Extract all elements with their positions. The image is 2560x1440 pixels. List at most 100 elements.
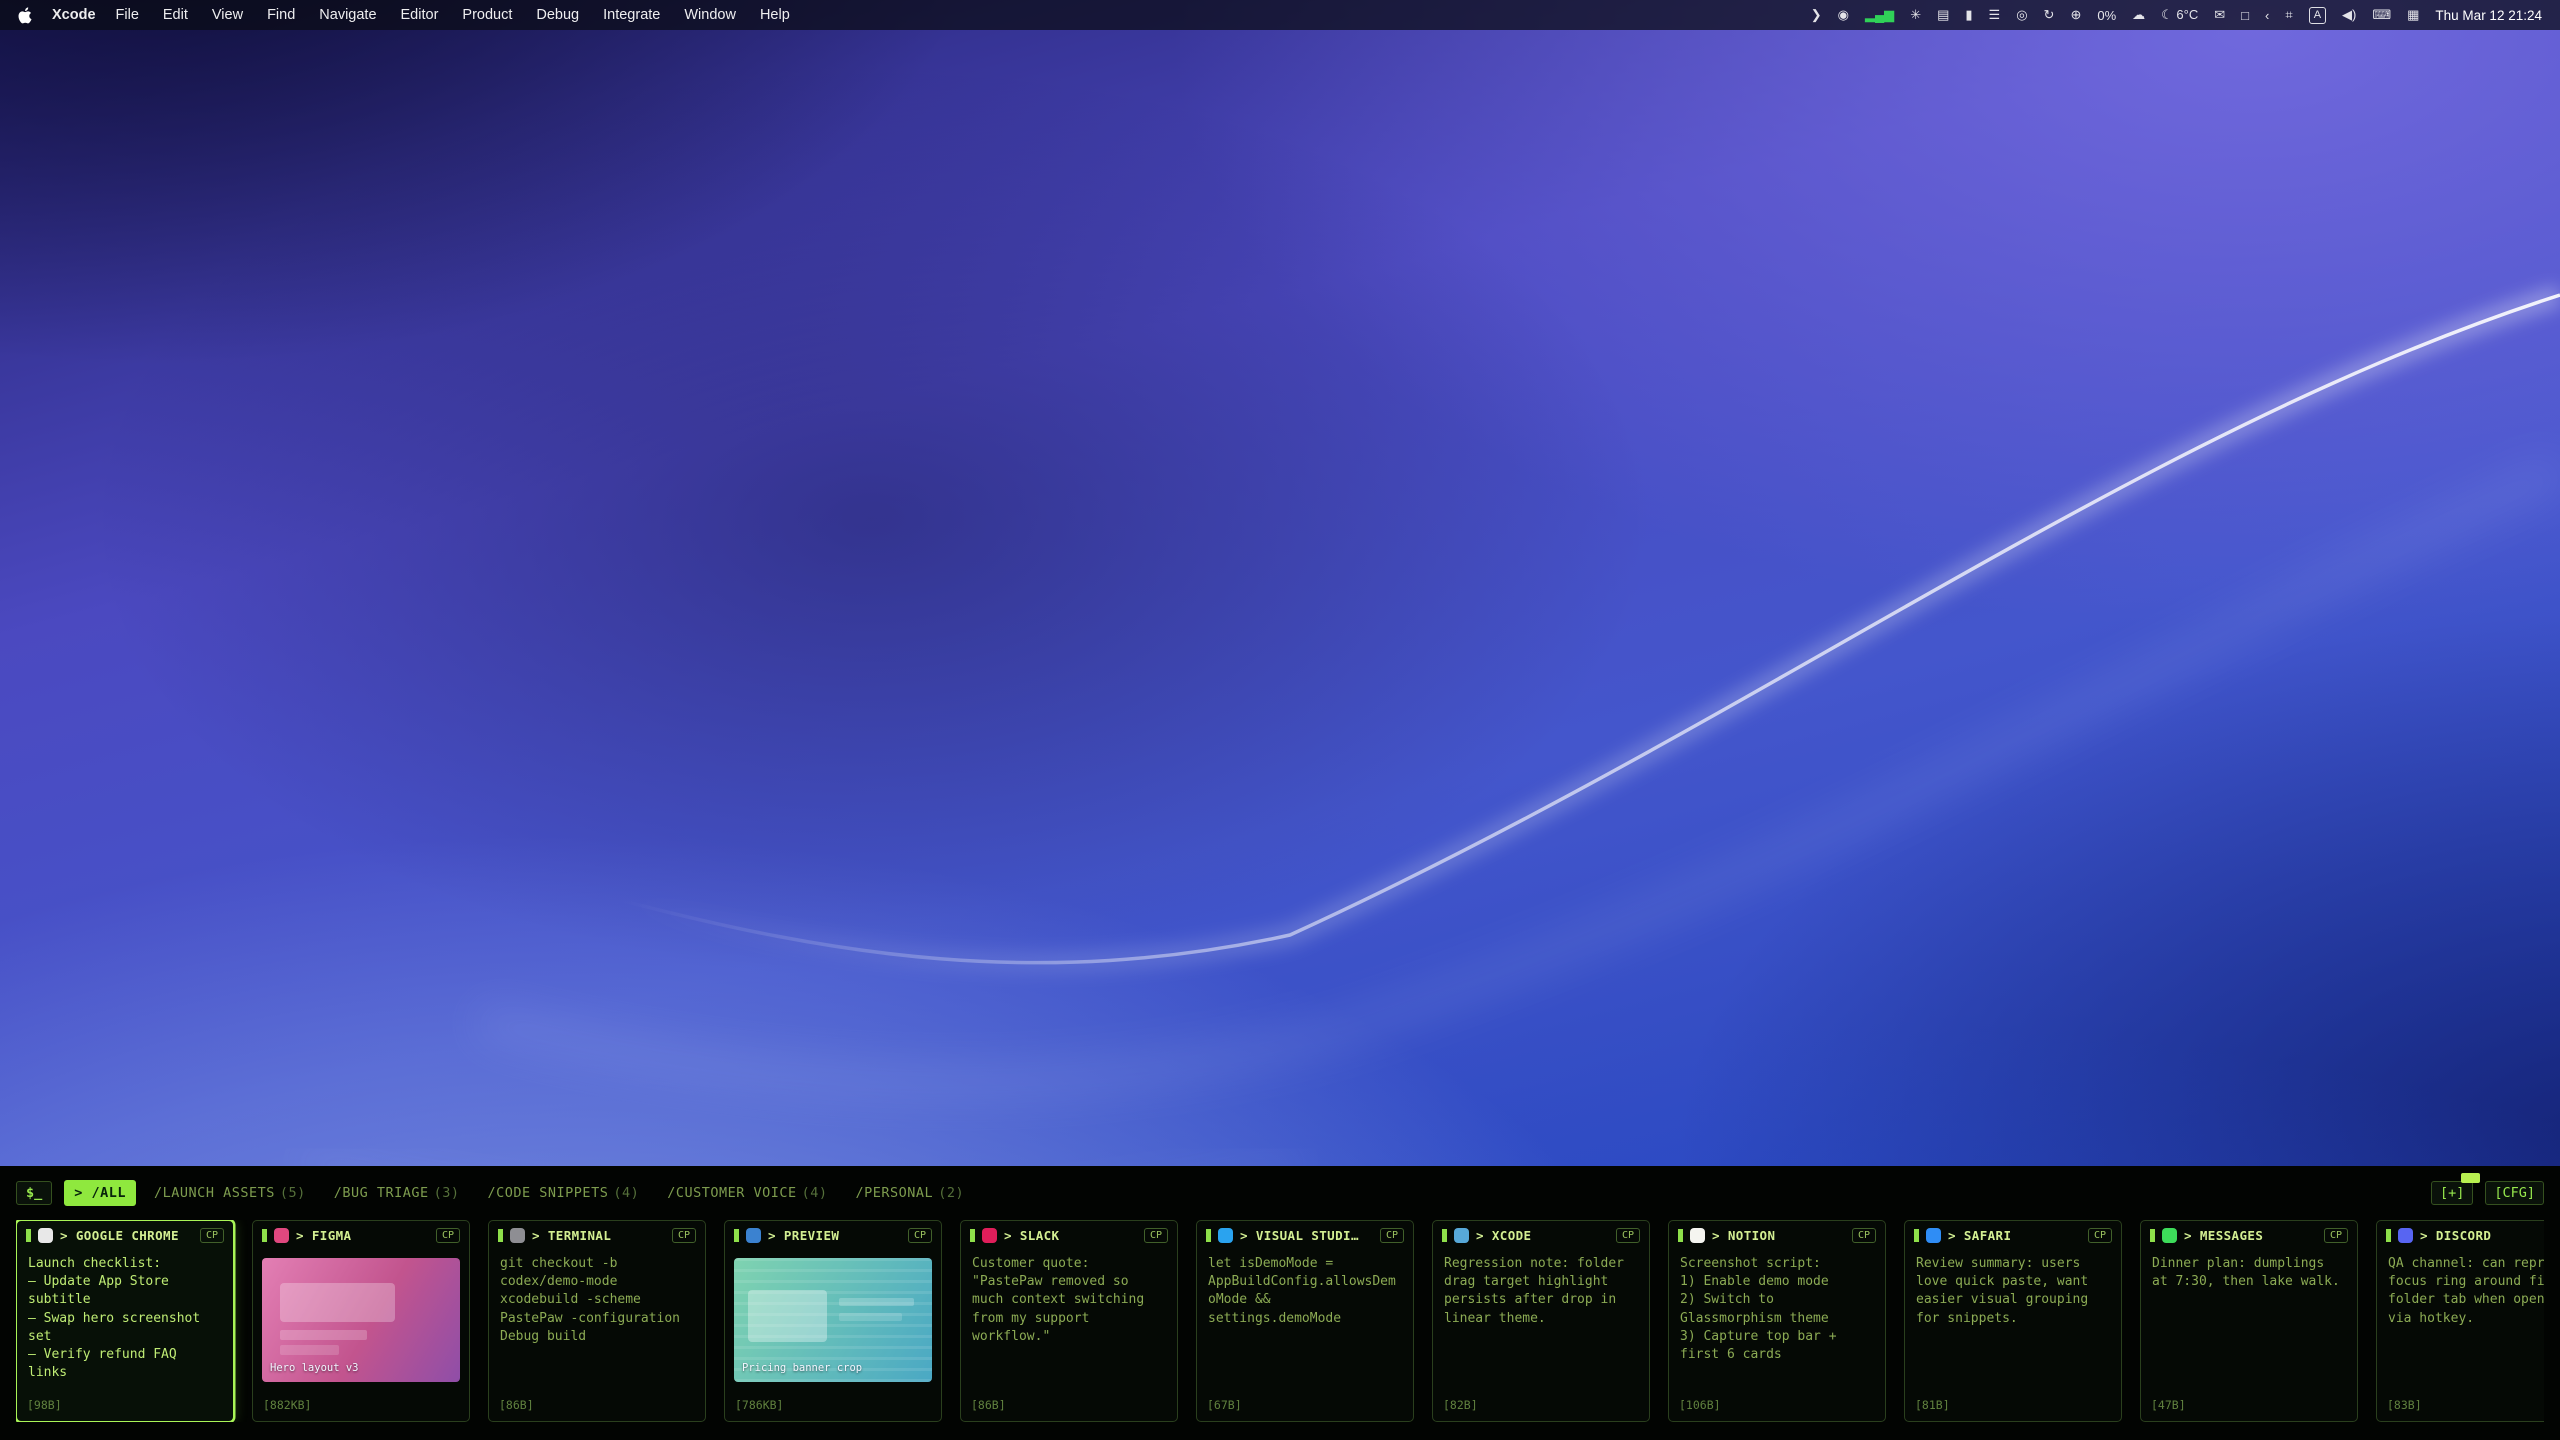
menu-view[interactable]: View <box>212 7 243 23</box>
grid-icon[interactable]: ⌗ <box>2285 7 2292 23</box>
menubar: Xcode File Edit View Find Navigate Editor Prod… <box>0 0 2560 30</box>
activity-bars-icon[interactable]: ▂▄▆ <box>1865 7 1894 23</box>
card-app-title: > VISUAL STUDI… <box>1240 1228 1359 1243</box>
config-button[interactable]: [CFG] <box>2485 1181 2544 1205</box>
cpu-usage[interactable]: 0% <box>2097 8 2116 23</box>
card-app-title: > FIGMA <box>296 1228 351 1243</box>
slack-icon <box>982 1228 997 1243</box>
chat-icon[interactable]: ✉ <box>2214 7 2225 23</box>
bell-icon[interactable]: ◎ <box>2016 7 2027 23</box>
cursor-indicator <box>970 1229 975 1242</box>
sync-icon[interactable]: ↻ <box>2044 7 2055 23</box>
menu-file[interactable]: File <box>116 7 139 23</box>
clipboard-card-visual-studio[interactable]: > VISUAL STUDI… CP let isDemoMode = AppB… <box>1196 1220 1414 1422</box>
input-source-indicator[interactable]: A <box>2309 7 2326 24</box>
panel-controls: [+] [CFG] <box>2431 1181 2544 1205</box>
cursor-indicator <box>1678 1229 1683 1242</box>
copy-button[interactable]: CP <box>1852 1228 1876 1243</box>
menu-product[interactable]: Product <box>462 7 512 23</box>
list-icon[interactable]: ☰ <box>1989 7 2001 23</box>
cursor-indicator <box>1914 1229 1919 1242</box>
filter-tab-count: (4) <box>613 1185 639 1201</box>
card-header: > MESSAGES CP <box>2141 1221 2357 1249</box>
card-size: [83B] <box>2377 1394 2544 1421</box>
battery-icon[interactable]: ▮ <box>1965 7 1972 23</box>
card-size: [81B] <box>1905 1394 2121 1421</box>
snippet-thumbnail: Hero layout v3 <box>262 1258 460 1382</box>
copy-button[interactable]: CP <box>672 1228 696 1243</box>
filter-bar: $_ > /ALL/LAUNCH ASSETS(5)/BUG TRIAGE(3)… <box>16 1178 2544 1208</box>
active-app-name[interactable]: Xcode <box>52 7 96 23</box>
control-center-icon[interactable]: ▦ <box>2407 7 2419 23</box>
clipboard-card-notion[interactable]: > NOTION CP Screenshot script: 1) Enable… <box>1668 1220 1886 1422</box>
copy-button[interactable]: CP <box>1380 1228 1404 1243</box>
visual-studio-icon <box>1218 1228 1233 1243</box>
filter-tab-launch-assets[interactable]: /LAUNCH ASSETS(5) <box>144 1180 316 1206</box>
clipboard-card-slack[interactable]: > SLACK CP Customer quote: "PastePaw rem… <box>960 1220 1178 1422</box>
card-size: [882KB] <box>253 1394 469 1421</box>
clipboard-cards-row: > GOOGLE CHROME CP Launch checklist: – U… <box>16 1220 2544 1422</box>
copy-button[interactable]: CP <box>1144 1228 1168 1243</box>
paw-icon[interactable]: ✳ <box>1910 7 1921 23</box>
filter-tab-code-snippets[interactable]: /CODE SNIPPETS(4) <box>478 1180 650 1206</box>
volume-icon[interactable]: ◀) <box>2342 7 2356 23</box>
clipboard-card-chrome[interactable]: > GOOGLE CHROME CP Launch checklist: – U… <box>16 1220 234 1422</box>
archive-icon[interactable]: ▤ <box>1937 7 1949 23</box>
thumbnail-caption: Pricing banner crop <box>742 1361 862 1376</box>
card-body: Customer quote: "PastePaw removed so muc… <box>961 1249 1177 1394</box>
copy-button[interactable]: CP <box>2324 1228 2348 1243</box>
terminal-icon <box>510 1228 525 1243</box>
filter-tab-count: (4) <box>802 1185 828 1201</box>
menu-find[interactable]: Find <box>267 7 295 23</box>
cursor-indicator <box>734 1229 739 1242</box>
thumbnail-mock-shape <box>280 1345 339 1355</box>
copy-button[interactable]: CP <box>200 1228 224 1243</box>
cloud-icon[interactable]: ☁ <box>2132 7 2145 23</box>
clipboard-card-terminal[interactable]: > TERMINAL CP git checkout -b codex/demo… <box>488 1220 706 1422</box>
copy-button[interactable]: CP <box>2088 1228 2112 1243</box>
card-size: [86B] <box>489 1394 705 1421</box>
display-icon[interactable]: □ <box>2241 8 2249 23</box>
clipboard-card-messages[interactable]: > MESSAGES CP Dinner plan: dumplings at … <box>2140 1220 2358 1422</box>
thumbnail-caption: Hero layout v3 <box>270 1361 359 1376</box>
clipboard-card-preview[interactable]: > PREVIEW CP Pricing banner crop [786KB] <box>724 1220 942 1422</box>
thumbnail-mock-shape <box>748 1290 827 1342</box>
new-indicator-badge <box>2461 1173 2480 1183</box>
chevron-left-icon[interactable]: ‹ <box>2265 8 2269 23</box>
weather[interactable]: ☾ 6°C <box>2161 7 2198 23</box>
menu-help[interactable]: Help <box>760 7 790 23</box>
apple-menu-icon[interactable] <box>18 7 32 24</box>
card-body: Hero layout v3 <box>253 1249 469 1394</box>
filter-tab-all[interactable]: > /ALL <box>64 1180 136 1206</box>
card-size: [82B] <box>1433 1394 1649 1421</box>
menu-window[interactable]: Window <box>684 7 736 23</box>
filter-tab-customer-voice[interactable]: /CUSTOMER VOICE(4) <box>657 1180 837 1206</box>
filter-tab-personal[interactable]: /PERSONAL(2) <box>846 1180 975 1206</box>
menu-navigate[interactable]: Navigate <box>319 7 376 23</box>
keyboard-icon[interactable]: ⌨ <box>2372 7 2391 23</box>
menu-debug[interactable]: Debug <box>536 7 579 23</box>
copy-button[interactable]: CP <box>908 1228 932 1243</box>
menu-editor[interactable]: Editor <box>401 7 439 23</box>
card-header: > TERMINAL CP <box>489 1221 705 1249</box>
filter-tab-bug-triage[interactable]: /BUG TRIAGE(3) <box>324 1180 470 1206</box>
copy-button[interactable]: CP <box>1616 1228 1640 1243</box>
clipboard-card-xcode[interactable]: > XCODE CP Regression note: folder drag … <box>1432 1220 1650 1422</box>
clipboard-card-figma[interactable]: > FIGMA CP Hero layout v3 [882KB] <box>252 1220 470 1422</box>
menu-edit[interactable]: Edit <box>163 7 188 23</box>
github-icon[interactable]: ◉ <box>1838 7 1849 23</box>
add-snippet-button[interactable]: [+] <box>2431 1181 2473 1205</box>
thumbnail-mock-shape <box>280 1283 395 1323</box>
network-icon[interactable]: ⊕ <box>2070 7 2081 23</box>
add-button-wrap: [+] <box>2431 1181 2473 1205</box>
terminal-prompt-icon[interactable]: ❯ <box>1811 7 1822 23</box>
clipboard-card-discord[interactable]: > DISCORD CP QA channel: can repro focus… <box>2376 1220 2544 1422</box>
clock[interactable]: Thu Mar 12 21:24 <box>2435 8 2542 23</box>
card-app-title: > DISCORD <box>2420 1228 2491 1243</box>
card-header: > XCODE CP <box>1433 1221 1649 1249</box>
menu-integrate[interactable]: Integrate <box>603 7 660 23</box>
copy-button[interactable]: CP <box>436 1228 460 1243</box>
card-app-title: > SAFARI <box>1948 1228 2011 1243</box>
card-app-title: > TERMINAL <box>532 1228 611 1243</box>
clipboard-card-safari[interactable]: > SAFARI CP Review summary: users love q… <box>1904 1220 2122 1422</box>
